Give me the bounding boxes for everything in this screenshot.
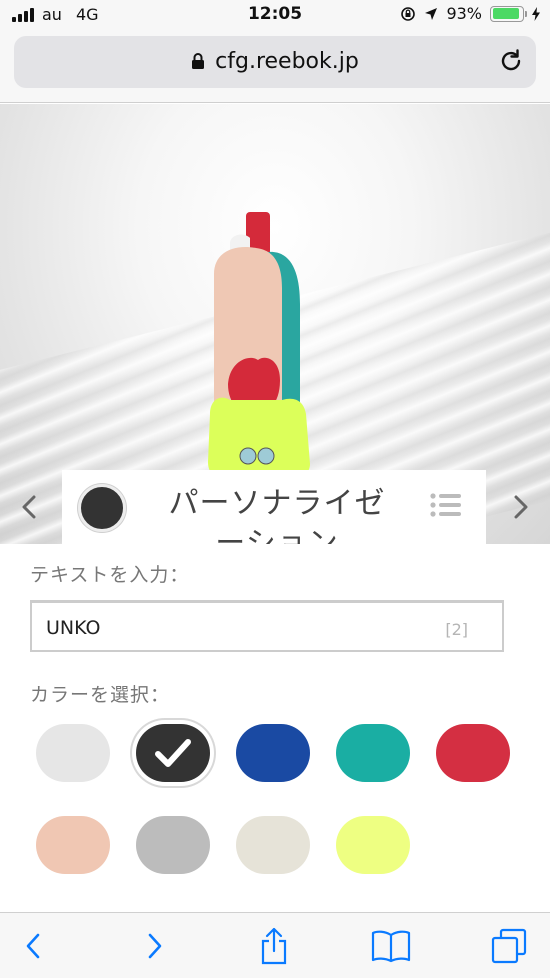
browser-toolbar: cfg.reebok.jp xyxy=(0,30,550,103)
share-icon xyxy=(261,927,287,965)
color-swatch-teal[interactable] xyxy=(336,724,410,782)
location-icon xyxy=(425,7,438,20)
battery-percent: 93% xyxy=(446,4,482,23)
chevron-left-icon xyxy=(22,495,36,519)
bookmarks-button[interactable] xyxy=(370,927,412,965)
color-swatch-cream[interactable] xyxy=(236,816,310,874)
address-bar[interactable]: cfg.reebok.jp xyxy=(14,36,536,88)
tabs-icon xyxy=(491,928,527,964)
color-select-label: カラーを選択： xyxy=(30,684,171,706)
color-swatch-peach[interactable] xyxy=(36,816,110,874)
back-button[interactable] xyxy=(18,927,48,965)
forward-icon xyxy=(148,933,162,959)
chevron-right-icon xyxy=(514,495,528,519)
color-swatch-red[interactable] xyxy=(436,724,510,782)
color-swatch-gray[interactable] xyxy=(136,816,210,874)
color-swatch-light-gray[interactable] xyxy=(36,724,110,782)
back-icon xyxy=(26,933,40,959)
share-button[interactable] xyxy=(256,927,292,965)
charging-icon xyxy=(532,6,540,21)
color-swatch-black[interactable] xyxy=(136,724,210,782)
bottom-toolbar xyxy=(0,912,550,978)
color-swatch-lime[interactable] xyxy=(336,816,410,874)
text-input-label: テキストを入力： xyxy=(30,564,190,586)
text-input[interactable]: UNKO [2] xyxy=(30,600,504,652)
section-title: パーソナライゼーション xyxy=(168,486,386,544)
reload-icon[interactable] xyxy=(498,48,524,74)
lock-icon xyxy=(192,53,205,69)
battery-icon xyxy=(490,5,527,22)
selected-color-preview xyxy=(78,484,126,532)
shoe-image xyxy=(208,212,310,480)
url-text: cfg.reebok.jp xyxy=(215,49,359,74)
section-header: パーソナライゼーション xyxy=(62,470,486,544)
list-icon[interactable] xyxy=(430,492,462,518)
check-icon xyxy=(155,739,191,767)
status-right: 93% xyxy=(400,4,540,23)
tabs-button[interactable] xyxy=(490,927,528,965)
forward-button[interactable] xyxy=(140,927,170,965)
next-section-button[interactable] xyxy=(506,489,536,525)
orientation-lock-icon xyxy=(401,6,416,21)
char-count: [2] xyxy=(445,620,468,639)
previous-section-button[interactable] xyxy=(14,489,44,525)
color-swatch-blue[interactable] xyxy=(236,724,310,782)
text-input-value[interactable]: UNKO xyxy=(46,617,101,639)
url-display[interactable]: cfg.reebok.jp xyxy=(14,49,536,74)
bookmarks-icon xyxy=(371,930,411,963)
status-bar: au 4G 12:05 93% xyxy=(0,0,550,30)
